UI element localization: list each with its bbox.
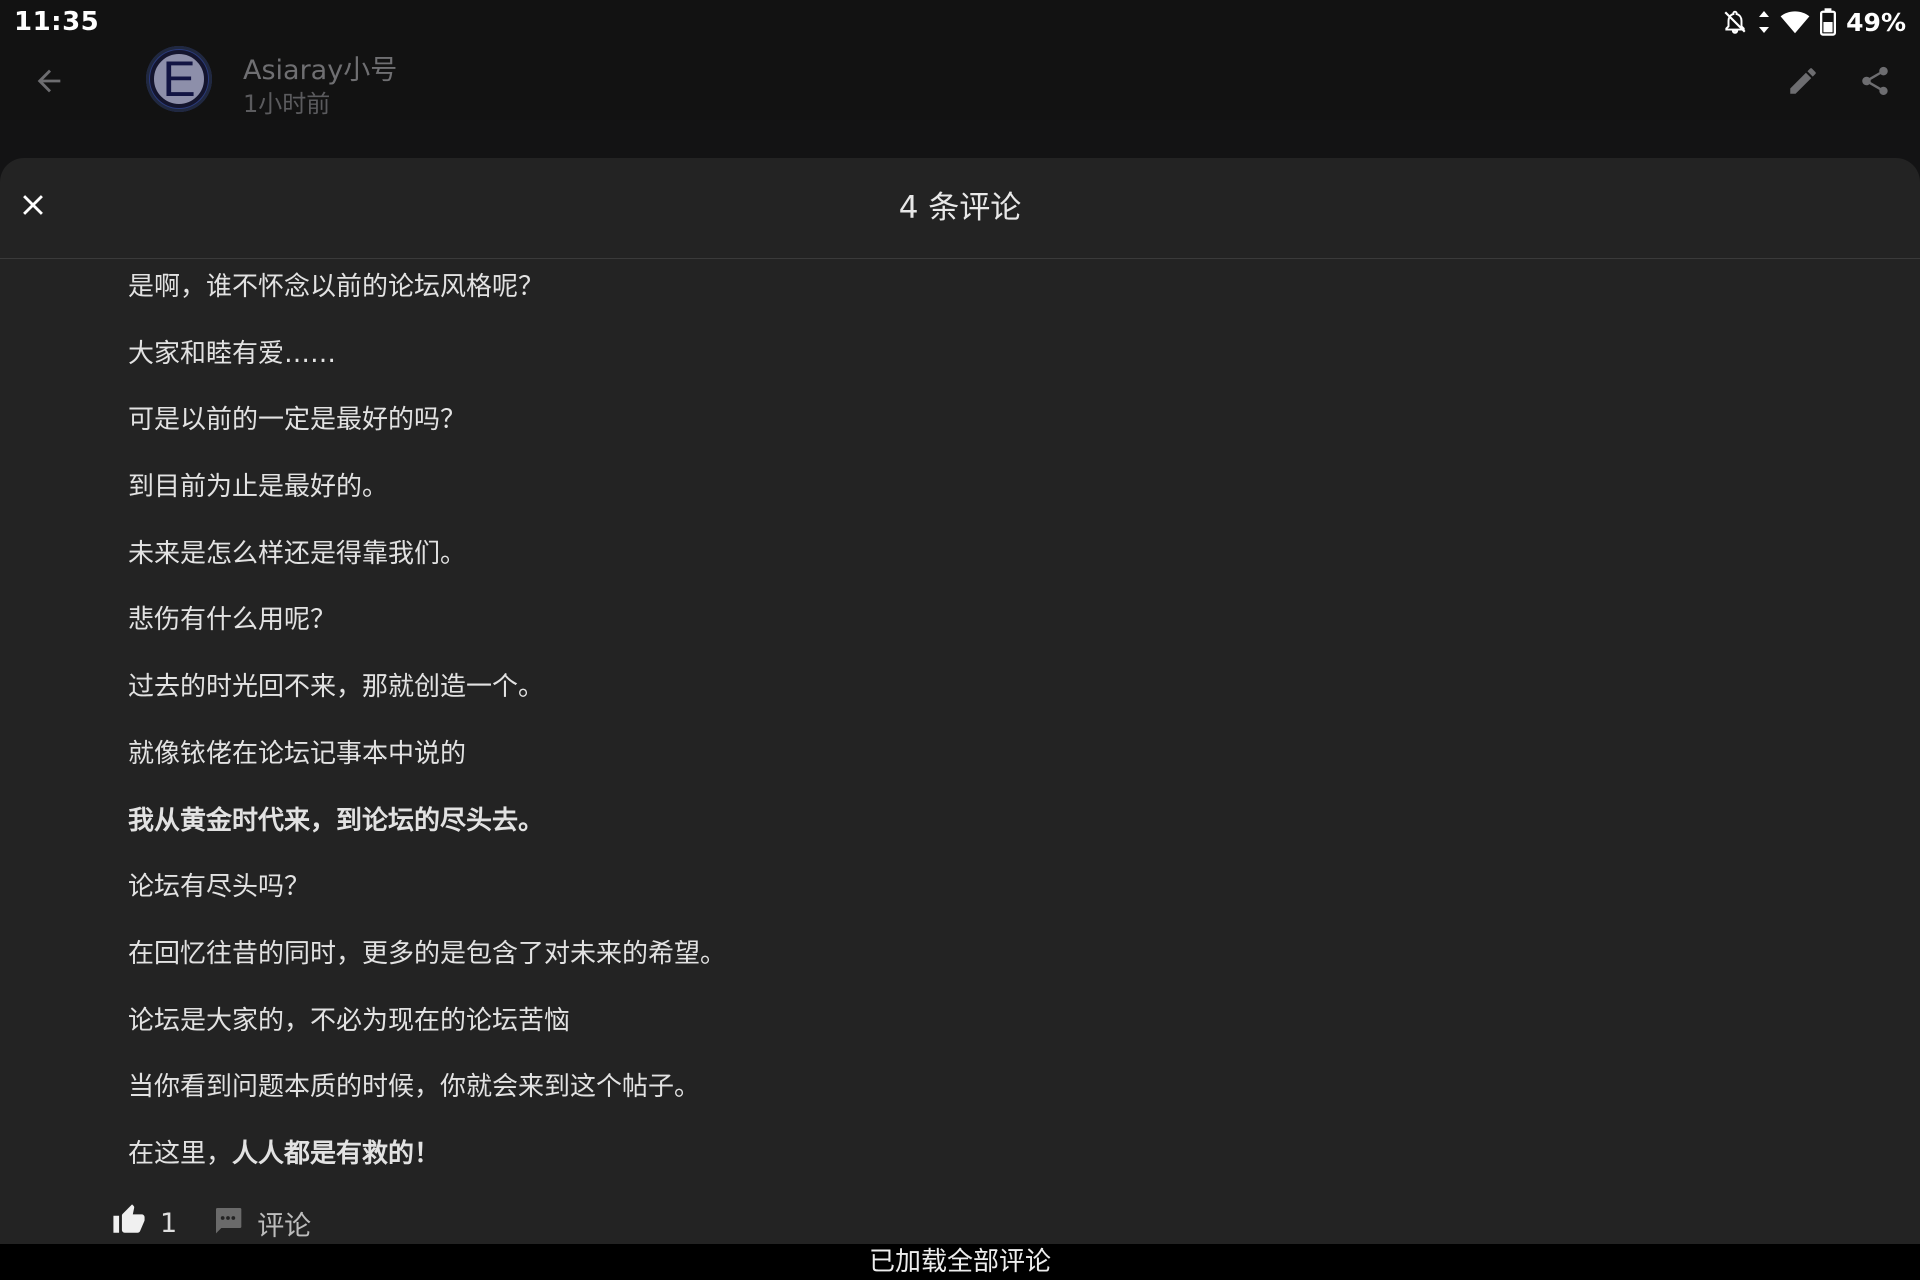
status-bar: 11:35 49% — [0, 0, 1920, 44]
screen: 11:35 49% E Asiaray小号 1小时前 4 条评论 是啊，谁不怀念… — [0, 0, 1920, 1280]
last-line-bold: 人人都是有救的！ — [232, 1138, 441, 1169]
comment-line: 当你看到问题本质的时候，你就会来到这个帖子。 — [128, 1072, 701, 1103]
comment-line: 未来是怎么样还是得靠我们。 — [128, 538, 467, 569]
wifi-icon — [1780, 9, 1810, 35]
app-bar: E Asiaray小号 1小时前 — [0, 44, 1920, 120]
data-arrows-icon — [1758, 9, 1770, 35]
comments-sheet: 4 条评论 是啊，谁不怀念以前的论坛风格呢？ 大家和睦有爱…… 可是以前的一定是… — [0, 158, 1920, 1244]
sheet-title: 4 条评论 — [898, 190, 1022, 226]
comment-line: 到目前为止是最好的。 — [128, 472, 389, 503]
sheet-header: 4 条评论 — [0, 158, 1920, 259]
comment-line: 论坛有尽头吗？ — [128, 872, 311, 903]
comment-line: 可是以前的一定是最好的吗？ — [128, 405, 467, 436]
edit-button[interactable] — [1778, 58, 1828, 108]
status-icons: 49% — [1722, 6, 1906, 38]
like-count: 1 — [160, 1207, 178, 1239]
status-time: 11:35 — [14, 7, 100, 37]
comment-actions: 1 评论 — [112, 1198, 311, 1244]
reply-label: 评论 — [257, 1210, 312, 1242]
pencil-icon — [1786, 64, 1820, 102]
avatar-letter: E — [150, 50, 208, 108]
last-line-prefix: 在这里， — [128, 1138, 233, 1169]
like-button[interactable]: 1 — [112, 1203, 177, 1244]
notifications-off-icon — [1722, 9, 1748, 35]
comment-line-last: 在这里，人人都是有救的！ — [128, 1137, 1828, 1171]
battery-percent: 49% — [1846, 7, 1906, 37]
thumbs-up-icon — [112, 1203, 146, 1244]
comment-line: 大家和睦有爱…… — [128, 338, 337, 369]
share-icon — [1858, 64, 1892, 102]
back-arrow-icon — [32, 64, 66, 102]
all-comments-loaded-text: 已加载全部评论 — [868, 1247, 1051, 1277]
post-time: 1小时前 — [243, 90, 331, 118]
comment-line: 过去的时光回不来，那就创造一个。 — [128, 672, 545, 703]
share-button[interactable] — [1850, 58, 1900, 108]
battery-icon — [1820, 8, 1837, 36]
comment-line: 悲伤有什么用呢？ — [128, 605, 337, 636]
comment-bubble-icon — [211, 1204, 245, 1243]
comment-line: 就像铱佬在论坛记事本中说的 — [128, 738, 467, 769]
comment-line: 论坛是大家的，不必为现在的论坛苦恼 — [128, 1005, 571, 1036]
comment-body: 是啊，谁不怀念以前的论坛风格呢？ 大家和睦有爱…… 可是以前的一定是最好的吗？ … — [128, 270, 1828, 1204]
reply-button[interactable]: 评论 — [211, 1204, 311, 1243]
comment-line-bold: 我从黄金时代来，到论坛的尽头去。 — [128, 805, 545, 836]
author-name[interactable]: Asiaray小号 — [243, 48, 397, 87]
comment-line: 在回忆往昔的同时，更多的是包含了对未来的希望。 — [128, 938, 727, 969]
comment-line: 是啊，谁不怀念以前的论坛风格呢？ — [128, 272, 545, 302]
back-button[interactable] — [24, 58, 74, 108]
footer: 已加载全部评论 — [0, 1244, 1920, 1280]
avatar[interactable]: E — [146, 46, 212, 112]
